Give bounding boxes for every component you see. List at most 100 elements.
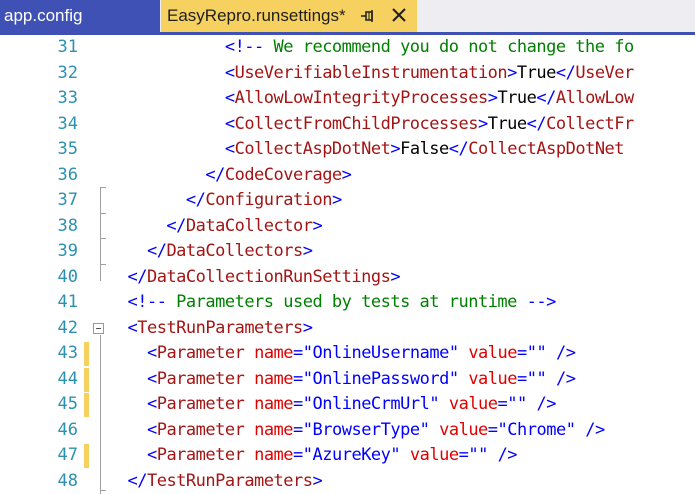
line-number: 37 <box>57 190 78 210</box>
code-line[interactable]: 37 </Configuration> <box>0 188 695 214</box>
code-line[interactable]: 32 <UseVerifiableInstrumentation>True</U… <box>0 61 695 87</box>
xml-delimiter: </ <box>448 139 469 159</box>
code-text[interactable]: <CollectFromChildProcesses>True</Collect… <box>108 112 634 138</box>
code-line[interactable]: 43 <Parameter name="OnlineUsername" valu… <box>0 341 695 367</box>
line-number: 47 <box>57 445 78 465</box>
xml-delimiter: > <box>341 164 352 185</box>
xml-element-name: CollectFr <box>546 113 634 134</box>
xml-delimiter: " <box>565 419 576 440</box>
tab-app-config[interactable]: app.config <box>0 0 160 32</box>
line-number: 31 <box>57 37 78 57</box>
xml-delimiter: > <box>331 190 342 210</box>
code-text[interactable]: </CodeCoverage> <box>108 163 352 189</box>
xml-delimiter: Chrome <box>507 419 566 440</box>
xml-delimiter: OnlineCrmUrl <box>312 394 430 414</box>
xml-element-name: DataCollectors <box>166 241 303 261</box>
xml-element-name: Parameter <box>156 445 245 465</box>
code-text[interactable]: <Parameter name="OnlineUsername" value="… <box>108 341 576 367</box>
code-text[interactable]: <!-- Parameters used by tests at runtime… <box>108 290 556 316</box>
code-line[interactable]: 36 </CodeCoverage> <box>0 163 695 189</box>
line-number: 45 <box>57 394 78 414</box>
xml-delimiter: < <box>127 317 138 338</box>
xml-delimiter: </ <box>127 470 147 491</box>
xml-delimiter: /> <box>497 445 518 465</box>
code-text[interactable]: <TestRunParameters> <box>108 316 312 342</box>
xml-attribute-name: name <box>254 368 294 389</box>
xml-delimiter: > <box>507 62 517 83</box>
xml-delimiter: </ <box>127 266 147 287</box>
change-marker <box>84 393 89 417</box>
code-line[interactable]: 46 <Parameter name="BrowserType" value="… <box>0 418 695 444</box>
code-text[interactable]: </DataCollector> <box>108 214 322 240</box>
xml-delimiter: > <box>390 139 401 159</box>
code-text[interactable]: </DataCollectors> <box>108 239 313 265</box>
tab-easyrepro-runsettings[interactable]: EasyRepro.runsettings* <box>161 0 417 32</box>
code-line[interactable]: 47 <Parameter name="AzureKey" value="" /… <box>0 443 695 469</box>
xml-delimiter: =" <box>487 419 508 440</box>
xml-attribute-name: name <box>254 419 294 440</box>
code-line[interactable]: 42 <TestRunParameters> <box>0 316 695 342</box>
code-line[interactable]: 35 <CollectAspDotNet>False</CollectAspDo… <box>0 137 695 163</box>
code-line[interactable]: 40 </DataCollectionRunSettings> <box>0 265 695 291</box>
line-number: 44 <box>57 368 78 389</box>
code-text[interactable]: </TestRunParameters> <box>108 469 322 494</box>
xml-delimiter: =" <box>293 445 313 465</box>
code-line[interactable]: 39 </DataCollectors> <box>0 239 695 265</box>
code-line[interactable]: 44 <Parameter name="OnlinePassword" valu… <box>0 367 695 393</box>
code-line[interactable]: 41 <!-- Parameters used by tests at runt… <box>0 290 695 316</box>
xml-attribute-name: value <box>439 419 488 440</box>
xml-delimiter: < <box>146 368 157 389</box>
document-tab-bar: app.config EasyRepro.runsettings* <box>0 0 695 35</box>
xml-delimiter: <!-- <box>224 37 264 57</box>
code-text[interactable]: <CollectAspDotNet>False</CollectAspDotNe… <box>108 137 625 163</box>
code-line[interactable]: 34 <CollectFromChildProcesses>True</Coll… <box>0 112 695 138</box>
line-number: 34 <box>57 113 78 134</box>
close-icon[interactable] <box>389 5 409 25</box>
pin-icon[interactable] <box>359 7 377 25</box>
code-text[interactable]: </Configuration> <box>108 188 342 214</box>
code-text[interactable]: <Parameter name="OnlinePassword" value="… <box>108 367 576 393</box>
xml-attribute-name: name <box>254 394 294 414</box>
code-text[interactable]: <Parameter name="OnlineCrmUrl" value="" … <box>108 392 557 418</box>
code-line[interactable]: 45 <Parameter name="OnlineCrmUrl" value=… <box>0 392 695 418</box>
xml-element-name: Parameter <box>156 394 245 414</box>
code-line[interactable]: 38 </DataCollector> <box>0 214 695 240</box>
collapse-toggle-icon[interactable] <box>93 322 104 334</box>
code-text[interactable]: <UseVerifiableInstrumentation>True</UseV… <box>108 61 634 87</box>
xml-element-name: CollectFromChildProcesses <box>234 113 479 134</box>
xml-delimiter: /> <box>536 394 557 414</box>
code-line[interactable]: 31 <!-- We recommend you do not change t… <box>0 35 695 61</box>
code-text[interactable]: <!-- We recommend you do not change the … <box>108 35 634 61</box>
xml-delimiter: " <box>390 445 401 465</box>
change-marker <box>84 444 89 468</box>
code-line[interactable]: 48 </TestRunParameters> <box>0 469 695 494</box>
code-text[interactable]: <Parameter name="AzureKey" value="" /> <box>108 443 518 469</box>
xml-delimiter: =" <box>293 343 313 363</box>
xml-delimiter: " <box>448 368 459 389</box>
xml-element-name: Parameter <box>156 368 245 389</box>
xml-attribute-name: value <box>468 368 517 389</box>
line-number: 46 <box>57 419 78 440</box>
xml-delimiter: > <box>312 470 323 491</box>
code-editor[interactable]: 31 <!-- We recommend you do not change t… <box>0 35 695 494</box>
code-text[interactable]: <Parameter name="BrowserType" value="Chr… <box>108 418 605 444</box>
xml-delimiter: OnlinePassword <box>312 368 450 389</box>
code-line[interactable]: 33 <AllowLowIntegrityProcesses>True</All… <box>0 86 695 112</box>
xml-element-name: CollectAspDotNet <box>468 139 625 159</box>
code-text[interactable]: </DataCollectionRunSettings> <box>108 265 400 291</box>
xml-delimiter: < <box>146 343 157 363</box>
code-text[interactable]: <AllowLowIntegrityProcesses>True</AllowL… <box>108 86 634 112</box>
xml-element-name: Parameter <box>156 343 245 363</box>
xml-delimiter: ="" <box>517 368 547 389</box>
